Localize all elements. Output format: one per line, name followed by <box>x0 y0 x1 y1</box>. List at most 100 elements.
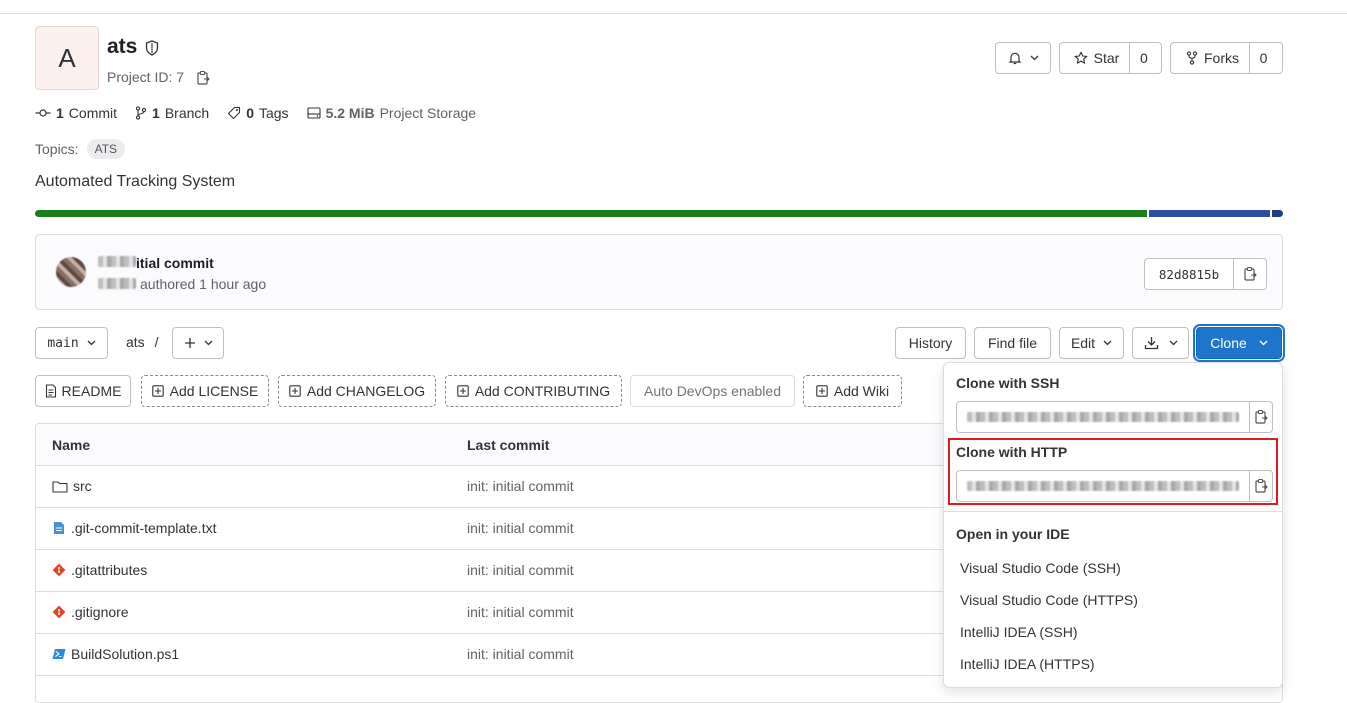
forks-action[interactable]: Forks <box>1176 43 1249 73</box>
chevron-down-icon <box>1030 55 1039 61</box>
project-avatar-letter: A <box>58 42 76 73</box>
tag-icon <box>227 106 241 120</box>
project-avatar: A <box>35 26 99 90</box>
commits-label: Commit <box>68 105 118 121</box>
forks-button[interactable]: Forks 0 <box>1170 42 1283 74</box>
commits-stat[interactable]: 1 Commit <box>35 105 117 121</box>
redacted-author-prefix <box>98 256 136 267</box>
copy-project-id-icon[interactable] <box>196 70 210 86</box>
top-divider <box>0 13 1347 14</box>
tags-stat[interactable]: 0 Tags <box>227 105 289 121</box>
column-last-commit: Last commit <box>467 437 550 453</box>
redacted-http-url <box>967 481 1239 491</box>
author-avatar[interactable] <box>56 257 86 287</box>
chevron-down-icon <box>1103 340 1112 346</box>
topics-row: Topics: ATS <box>35 139 126 159</box>
star-count[interactable]: 0 <box>1129 43 1157 73</box>
folder-icon <box>52 480 68 493</box>
download-button[interactable] <box>1132 327 1189 359</box>
language-segment-1[interactable] <box>35 210 1148 217</box>
storage-stat[interactable]: 5.2 MiB Project Storage <box>307 105 477 121</box>
plus-square-icon <box>816 385 828 397</box>
branches-stat[interactable]: 1 Branch <box>135 105 209 121</box>
ide-option-vscode-https[interactable]: Visual Studio Code (HTTPS) <box>960 592 1138 608</box>
branch-name: main <box>47 335 79 351</box>
file-name: BuildSolution.ps1 <box>71 646 180 662</box>
copy-http-url-button[interactable] <box>1249 471 1272 501</box>
language-segment-3[interactable] <box>1271 210 1283 217</box>
find-file-button[interactable]: Find file <box>974 327 1051 359</box>
clone-ssh-url[interactable] <box>957 402 1249 432</box>
commit-title[interactable]: itial commit <box>136 255 214 271</box>
git-icon <box>52 605 66 619</box>
last-commit-cell[interactable]: init: initial commit <box>467 646 574 662</box>
copy-sha-button[interactable] <box>1234 259 1266 289</box>
auto-devops-button[interactable]: Auto DevOps enabled <box>630 375 795 407</box>
copy-icon <box>1243 266 1257 282</box>
star-button[interactable]: Star 0 <box>1059 42 1162 74</box>
ide-option-intellij-ssh[interactable]: IntelliJ IDEA (SSH) <box>960 624 1077 640</box>
add-changelog-button[interactable]: Add CHANGELOG <box>278 375 436 407</box>
file-name-cell[interactable]: .gitattributes <box>52 562 147 578</box>
notification-button[interactable] <box>995 42 1051 74</box>
file-name-cell[interactable]: .gitignore <box>52 604 129 620</box>
fork-icon <box>1186 51 1198 65</box>
add-contributing-button[interactable]: Add CONTRIBUTING <box>445 375 622 407</box>
chevron-down-icon <box>1259 340 1268 346</box>
add-to-tree-button[interactable] <box>172 327 224 359</box>
add-license-button[interactable]: Add LICENSE <box>141 375 269 407</box>
copy-icon <box>1254 478 1268 494</box>
ide-option-intellij-https[interactable]: IntelliJ IDEA (HTTPS) <box>960 656 1095 672</box>
file-text-icon <box>52 521 66 535</box>
history-button[interactable]: History <box>895 327 966 359</box>
star-label: Star <box>1093 50 1120 66</box>
chevron-down-icon <box>87 340 96 346</box>
breadcrumb-root[interactable]: ats <box>126 334 145 350</box>
add-wiki-button[interactable]: Add Wiki <box>803 375 902 407</box>
ide-option-vscode-ssh[interactable]: Visual Studio Code (SSH) <box>960 560 1121 576</box>
edit-button[interactable]: Edit <box>1059 327 1124 359</box>
topics-label: Topics: <box>35 141 79 157</box>
commit-icon <box>35 108 51 118</box>
commit-sha-group: 82d8815b <box>1144 258 1267 290</box>
star-icon <box>1074 51 1088 65</box>
last-commit-cell[interactable]: init: initial commit <box>467 604 574 620</box>
redacted-author-name <box>98 278 136 289</box>
chevron-down-icon <box>1169 340 1178 346</box>
last-commit-cell[interactable]: init: initial commit <box>467 562 574 578</box>
file-name-cell[interactable]: BuildSolution.ps1 <box>52 646 179 662</box>
clone-ssh-label: Clone with SSH <box>956 375 1060 391</box>
storage-size: 5.2 MiB <box>325 105 375 121</box>
shield-icon <box>145 40 159 56</box>
file-name: .git-commit-template.txt <box>71 520 217 536</box>
commit-sha[interactable]: 82d8815b <box>1145 259 1234 289</box>
project-id: Project ID: 7 <box>107 69 185 85</box>
clone-http-url[interactable] <box>957 471 1249 501</box>
clone-http-field[interactable] <box>956 470 1273 502</box>
last-commit-cell[interactable]: init: initial commit <box>467 478 574 494</box>
add-wiki-label: Add Wiki <box>833 383 890 399</box>
readme-label: README <box>61 383 122 399</box>
project-name[interactable]: ats <box>107 35 137 59</box>
redacted-ssh-url <box>967 412 1239 422</box>
copy-icon <box>1254 409 1268 425</box>
copy-ssh-url-button[interactable] <box>1249 402 1272 432</box>
project-description: Automated Tracking System <box>35 173 236 190</box>
storage-label: Project Storage <box>379 105 477 121</box>
tags-label: Tags <box>258 105 289 121</box>
star-action[interactable]: Star <box>1064 43 1130 73</box>
language-segment-2[interactable] <box>1149 210 1270 217</box>
readme-button[interactable]: README <box>35 375 131 407</box>
file-name: .gitignore <box>71 604 129 620</box>
branch-selector[interactable]: main <box>35 327 108 359</box>
branches-count: 1 <box>152 105 160 121</box>
clone-button[interactable]: Clone <box>1196 327 1282 359</box>
tags-count: 0 <box>246 105 254 121</box>
language-bar <box>35 210 1283 217</box>
clone-ssh-field[interactable] <box>956 401 1273 433</box>
topic-badge[interactable]: ATS <box>86 139 126 159</box>
file-name-cell[interactable]: .git-commit-template.txt <box>52 520 216 536</box>
forks-count[interactable]: 0 <box>1249 43 1277 73</box>
file-name-cell[interactable]: src <box>52 478 92 494</box>
last-commit-cell[interactable]: init: initial commit <box>467 520 574 536</box>
